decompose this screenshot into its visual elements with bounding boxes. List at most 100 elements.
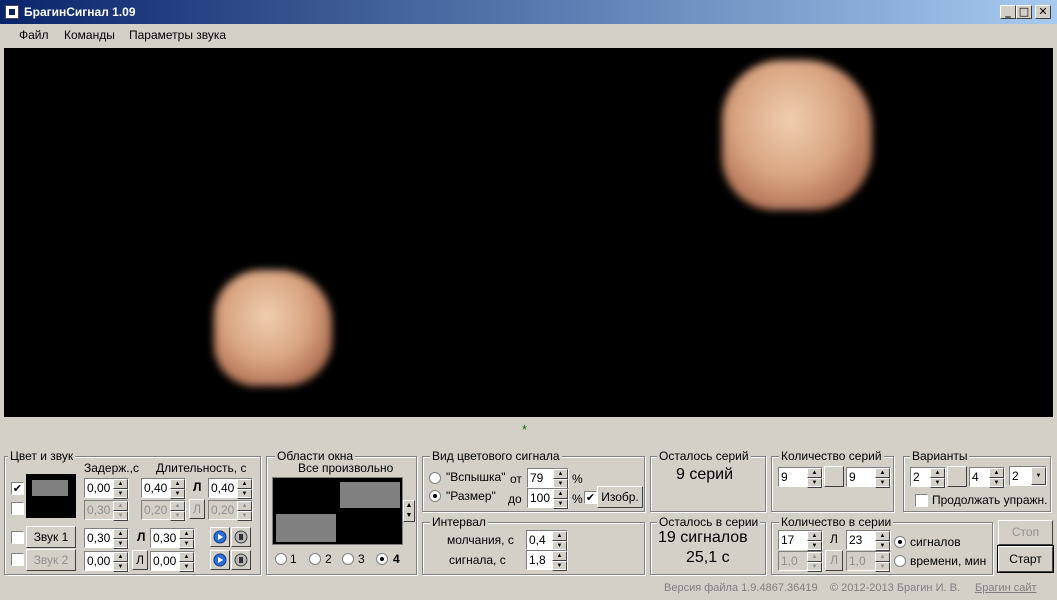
by-time-label: времени, мин bbox=[910, 554, 987, 568]
series-count-spin-2[interactable]: 9 ▲ ▼ bbox=[846, 467, 891, 488]
sound1-dur-spin[interactable]: 0,30 ▲ ▼ bbox=[150, 528, 195, 549]
status-indicator: * bbox=[522, 422, 528, 437]
series-count-link[interactable] bbox=[824, 466, 844, 487]
title-bar[interactable] bbox=[0, 0, 1057, 24]
area-radio-4-label: 4 bbox=[393, 552, 400, 566]
close-button[interactable]: ✕ bbox=[1035, 5, 1051, 19]
delay-header: Задерж.,с bbox=[84, 461, 139, 475]
variants-select[interactable]: 2 ▼ bbox=[1009, 466, 1047, 486]
color1-inner bbox=[32, 480, 68, 496]
to-spin[interactable]: 100 ▲ ▼ bbox=[527, 488, 569, 509]
sound1-button[interactable]: Звук 1 bbox=[26, 526, 76, 548]
series-left-legend: Осталось серий bbox=[657, 449, 751, 463]
variants-spin-1[interactable]: 2 ▲ ▼ bbox=[910, 467, 946, 488]
signal-view-legend: Вид цветового сигнала bbox=[430, 449, 562, 463]
color1-link[interactable]: Л bbox=[193, 480, 201, 494]
sound2-play-icon[interactable] bbox=[210, 550, 230, 570]
menu-commands[interactable]: Команды bbox=[64, 28, 115, 42]
menu-file[interactable]: Файл bbox=[19, 28, 49, 42]
area-radio-3[interactable] bbox=[342, 553, 354, 565]
area-radio-1-label: 1 bbox=[290, 552, 297, 566]
sound2-dur-spin[interactable]: 0,00 ▲ ▼ bbox=[150, 551, 195, 572]
in-series-spin-2[interactable]: 23 ▲ ▼ bbox=[846, 530, 891, 551]
video-display bbox=[4, 48, 1053, 417]
color1-dur2-spin[interactable]: 0,40 ▲ ▼ bbox=[208, 478, 253, 499]
in-series-left-legend: Осталось в серии bbox=[657, 515, 761, 529]
image-checkbox[interactable]: ✔ bbox=[584, 491, 597, 504]
from-label: от bbox=[510, 472, 522, 486]
site-link[interactable]: Брагин сайт bbox=[975, 582, 1037, 594]
in-series-link-2[interactable]: Л bbox=[825, 550, 843, 571]
by-signals-radio[interactable] bbox=[894, 536, 906, 548]
variants-legend: Варианты bbox=[910, 449, 970, 463]
area-2 bbox=[340, 482, 400, 508]
signal-label: сигнала, с bbox=[449, 553, 506, 567]
sound2-button[interactable]: Звук 2 bbox=[26, 549, 76, 571]
to-pct: % bbox=[572, 492, 583, 506]
series-left-group bbox=[650, 456, 766, 512]
sound1-link[interactable]: Л bbox=[137, 530, 145, 544]
version-text: Версия файла 1.9.4867.36419 bbox=[664, 582, 818, 594]
from-spin[interactable]: 79 ▲ ▼ bbox=[527, 468, 569, 489]
continue-label: Продолжать упражн. bbox=[932, 493, 1048, 507]
sound2-link[interactable]: Л bbox=[132, 550, 148, 570]
sound1-checkbox[interactable] bbox=[11, 531, 24, 544]
stop-button[interactable]: Стоп bbox=[998, 520, 1053, 545]
flash-radio[interactable] bbox=[429, 472, 441, 484]
color2-dur2-spin[interactable]: 0,20 ▲ ▼ bbox=[208, 500, 253, 521]
by-time-radio[interactable] bbox=[894, 555, 906, 567]
area-radio-4[interactable] bbox=[376, 553, 388, 565]
color2-checkbox[interactable] bbox=[11, 502, 24, 515]
silence-spin[interactable]: 0,4 ▲ ▼ bbox=[526, 530, 568, 551]
color2-link[interactable]: Л bbox=[189, 499, 205, 519]
continue-checkbox[interactable] bbox=[915, 494, 928, 507]
in-series-spin-4[interactable]: 1,0 ▲ ▼ bbox=[846, 551, 891, 572]
variants-link[interactable] bbox=[947, 466, 967, 487]
area-radio-1[interactable] bbox=[275, 553, 287, 565]
start-button[interactable]: Старт bbox=[997, 545, 1054, 573]
series-count-legend: Количество серий bbox=[779, 449, 884, 463]
window-areas-subtitle: Все произвольно bbox=[298, 461, 394, 475]
size-radio[interactable] bbox=[429, 490, 441, 502]
variants-spin-2[interactable]: 4 ▲ ▼ bbox=[969, 467, 1005, 488]
by-signals-label: сигналов bbox=[910, 535, 961, 549]
color1-dur1-spin[interactable]: 0,40 ▲ ▼ bbox=[141, 478, 186, 499]
in-series-left-time: 25,1 с bbox=[686, 549, 730, 566]
series-left-value: 9 серий bbox=[676, 466, 734, 483]
color2-dur1-spin[interactable]: 0,20 ▲ ▼ bbox=[141, 500, 186, 521]
sound1-play-icon[interactable] bbox=[210, 527, 230, 547]
area-radio-2[interactable] bbox=[309, 553, 321, 565]
size-label: "Размер" bbox=[446, 489, 496, 503]
sound1-stop-icon[interactable] bbox=[231, 527, 251, 547]
from-pct: % bbox=[572, 472, 583, 486]
color1-delay-spin[interactable]: 0,00 ▲ ▼ bbox=[84, 478, 129, 499]
color2-delay-spin[interactable]: 0,30 ▲ ▼ bbox=[84, 500, 129, 521]
area-3 bbox=[276, 514, 336, 542]
color-sound-legend: Цвет и звук bbox=[8, 449, 76, 463]
signal-spin[interactable]: 1,8 ▲ ▼ bbox=[526, 550, 568, 571]
app-icon[interactable] bbox=[5, 5, 19, 19]
sound2-stop-icon[interactable] bbox=[231, 550, 251, 570]
in-series-spin-1[interactable]: 17 ▲ ▼ bbox=[778, 530, 823, 551]
fist-image-small bbox=[214, 270, 332, 386]
color1-checkbox[interactable]: ✔ bbox=[11, 482, 24, 495]
duration-header: Длительность, с bbox=[156, 461, 247, 475]
silence-label: молчания, с bbox=[447, 533, 514, 547]
series-count-spin-1[interactable]: 9 ▲ ▼ bbox=[778, 467, 823, 488]
sound2-delay-spin[interactable]: 0,00 ▲ ▼ bbox=[84, 551, 129, 572]
menu-sound-params[interactable]: Параметры звука bbox=[129, 28, 226, 42]
maximize-button[interactable]: □ bbox=[1016, 5, 1032, 19]
color1-swatch[interactable] bbox=[26, 474, 76, 518]
copyright-text: © 2012-2013 Брагин И. В. bbox=[830, 582, 960, 594]
in-series-spin-3[interactable]: 1,0 ▲ ▼ bbox=[778, 551, 823, 572]
sound1-delay-spin[interactable]: 0,30 ▲ ▼ bbox=[84, 528, 129, 549]
sound2-checkbox[interactable] bbox=[11, 553, 24, 566]
image-button[interactable]: Изобр. bbox=[597, 486, 643, 508]
in-series-link[interactable]: Л bbox=[830, 532, 838, 546]
areas-scroll-arrows[interactable]: ▲ ▼ bbox=[403, 500, 415, 522]
window-areas-preview[interactable] bbox=[272, 477, 403, 545]
in-series-count-legend: Количество в серии bbox=[779, 515, 894, 529]
window-title: БрагинСигнал 1.09 bbox=[24, 5, 136, 19]
to-label: до bbox=[508, 492, 522, 506]
minimize-button[interactable]: _ bbox=[1000, 5, 1016, 19]
